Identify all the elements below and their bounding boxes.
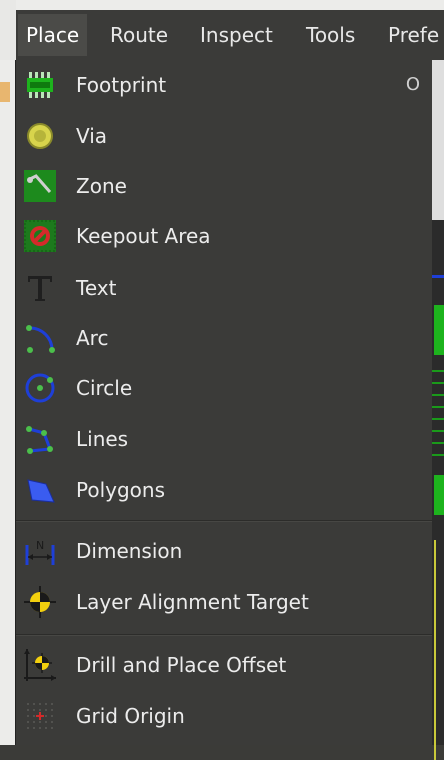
- drill-and-place-offset-icon: [24, 649, 56, 681]
- menu-item-label: Text: [76, 276, 117, 300]
- footprint-icon: [27, 72, 53, 98]
- background-green-line: [432, 382, 444, 384]
- menu-item-label: Drill and Place Offset: [76, 653, 287, 677]
- menu-item-label: Lines: [76, 427, 129, 451]
- menu-item-label: Polygons: [76, 478, 166, 502]
- polygons-icon: [27, 479, 55, 503]
- menu-item-dimension[interactable]: N Dimension: [16, 526, 432, 576]
- menu-item-label: Circle: [76, 376, 133, 400]
- background-green-line: [432, 454, 444, 456]
- background-toolbar: [432, 60, 444, 220]
- menu-item-footprint[interactable]: Footprint O: [16, 60, 432, 110]
- keepout-area-icon: [24, 220, 56, 252]
- place-menu-dropdown: Footprint O Via Zone Keepout Area Text A…: [16, 60, 432, 745]
- background-blue-line: [432, 275, 444, 278]
- arc-icon: [26, 325, 55, 353]
- dimension-icon: N: [25, 539, 55, 565]
- menu-tools[interactable]: Tools: [298, 14, 363, 56]
- background-pcb-canvas: [432, 60, 444, 760]
- menu-item-label: Zone: [76, 174, 127, 198]
- layer-alignment-target-icon: [24, 586, 56, 618]
- background-green-trace: [434, 475, 444, 515]
- menu-item-label: Keepout Area: [76, 224, 211, 248]
- background-green-line: [432, 406, 444, 408]
- background-yellow-outline: [434, 540, 444, 760]
- lines-icon: [26, 426, 53, 454]
- menu-bar: Place Route Inspect Tools Prefe: [0, 0, 444, 60]
- menu-item-arc[interactable]: Arc: [16, 313, 432, 363]
- menu-separator-highlight: [16, 635, 432, 636]
- menu-item-grid-origin[interactable]: Grid Origin: [16, 691, 432, 741]
- menu-item-zone[interactable]: Zone: [16, 161, 432, 211]
- menu-item-label: Footprint: [76, 73, 167, 97]
- menu-item-keepout-area[interactable]: Keepout Area: [16, 211, 432, 261]
- menu-preferences[interactable]: Prefe: [380, 14, 444, 56]
- menu-item-drill-and-place-offset[interactable]: Drill and Place Offset: [16, 640, 432, 690]
- menu-item-label: Grid Origin: [76, 704, 185, 728]
- svg-text:N: N: [36, 539, 44, 552]
- menu-route[interactable]: Route: [102, 14, 176, 56]
- window-left-edge: [0, 0, 16, 60]
- menu-item-label: Via: [76, 124, 108, 148]
- menu-item-text[interactable]: Text: [16, 263, 432, 313]
- background-toolbar-icon: [0, 82, 10, 102]
- circle-icon: [25, 373, 55, 403]
- background-green-line: [432, 370, 444, 372]
- background-green-line: [432, 418, 444, 420]
- menu-item-via[interactable]: Via: [16, 111, 432, 161]
- background-green-line: [432, 442, 444, 444]
- zone-icon: [24, 170, 56, 202]
- menu-inspect[interactable]: Inspect: [192, 14, 281, 56]
- menu-item-circle[interactable]: Circle: [16, 363, 432, 413]
- menu-separator-highlight: [16, 521, 432, 522]
- window-top-edge: [0, 0, 444, 10]
- menu-item-layer-alignment-target[interactable]: Layer Alignment Target: [16, 577, 432, 627]
- grid-origin-icon: [27, 703, 53, 729]
- background-green-line: [432, 394, 444, 396]
- menu-item-label: Arc: [76, 326, 109, 350]
- menu-item-shortcut: O: [405, 74, 420, 95]
- text-icon: [28, 276, 52, 301]
- via-icon: [27, 123, 53, 149]
- menu-place[interactable]: Place: [18, 14, 88, 56]
- menu-item-label: Dimension: [76, 539, 183, 563]
- background-window-left: [0, 60, 16, 745]
- menu-item-lines[interactable]: Lines: [16, 414, 432, 464]
- background-green-trace: [434, 305, 444, 355]
- background-green-line: [432, 430, 444, 432]
- menu-item-label: Layer Alignment Target: [76, 590, 309, 614]
- menu-item-polygons[interactable]: Polygons: [16, 465, 432, 515]
